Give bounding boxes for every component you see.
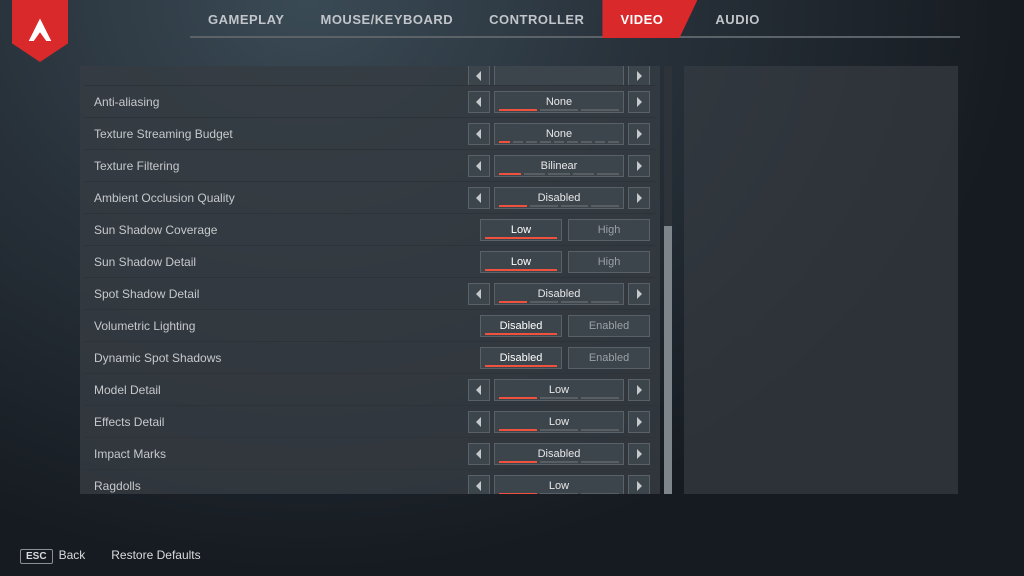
setting-label: Sun Shadow Detail <box>94 255 196 269</box>
setting-control: Disabled <box>468 443 650 465</box>
setting-label: Impact Marks <box>94 447 166 461</box>
setting-control: Low <box>468 411 650 433</box>
toggle-option[interactable]: Enabled <box>568 347 650 369</box>
toggle-option[interactable]: Disabled <box>480 347 562 369</box>
setting-row: Ambient Occlusion Quality Disabled <box>84 182 656 214</box>
next-option-button[interactable] <box>628 91 650 113</box>
setting-row: Spot Shadow Detail Disabled <box>84 278 656 310</box>
prev-option-button[interactable] <box>468 66 490 86</box>
setting-row: Impact Marks Disabled <box>84 438 656 470</box>
option-value: None <box>494 123 624 145</box>
setting-control: Low High <box>480 219 650 241</box>
tab-audio[interactable]: AUDIO <box>697 0 777 38</box>
setting-row: Texture Streaming Budget None <box>84 118 656 150</box>
prev-option-button[interactable] <box>468 443 490 465</box>
header: GAMEPLAYMOUSE/KEYBOARDCONTROLLERVIDEOAUD… <box>0 0 1024 38</box>
next-option-button[interactable] <box>628 123 650 145</box>
restore-defaults-button[interactable]: Restore Defaults <box>111 548 200 562</box>
info-panel <box>684 66 958 494</box>
next-option-button[interactable] <box>628 187 650 209</box>
option-value: Disabled <box>494 443 624 465</box>
settings-panel: Anti-aliasingNoneTexture Streaming Budge… <box>80 66 660 494</box>
option-value: Bilinear <box>494 155 624 177</box>
setting-row <box>84 66 656 86</box>
tab-controller[interactable]: CONTROLLER <box>471 0 602 38</box>
footer: ESCBack Restore Defaults <box>20 548 201 562</box>
setting-label: Model Detail <box>94 383 161 397</box>
toggle-option[interactable]: Low <box>480 251 562 273</box>
tab-video[interactable]: VIDEO <box>602 0 697 38</box>
next-option-button[interactable] <box>628 475 650 495</box>
tab-mouse-keyboard[interactable]: MOUSE/KEYBOARD <box>302 0 471 38</box>
scrollbar-thumb[interactable] <box>664 226 672 494</box>
setting-row: Effects Detail Low <box>84 406 656 438</box>
settings-scrollbar[interactable] <box>664 66 672 494</box>
setting-row: Anti-aliasing None <box>84 86 656 118</box>
setting-row: Texture Filtering Bilinear <box>84 150 656 182</box>
setting-label: Effects Detail <box>94 415 164 429</box>
setting-control: Disabled Enabled <box>480 315 650 337</box>
tab-gameplay[interactable]: GAMEPLAY <box>190 0 302 38</box>
setting-label: Volumetric Lighting <box>94 319 195 333</box>
prev-option-button[interactable] <box>468 379 490 401</box>
game-logo <box>12 0 68 62</box>
next-option-button[interactable] <box>628 411 650 433</box>
setting-label: Texture Filtering <box>94 159 179 173</box>
setting-row: Ragdolls Low <box>84 470 656 494</box>
toggle-option[interactable]: Low <box>480 219 562 241</box>
setting-label: Spot Shadow Detail <box>94 287 199 301</box>
toggle-option[interactable]: Enabled <box>568 315 650 337</box>
option-value: None <box>494 91 624 113</box>
prev-option-button[interactable] <box>468 475 490 495</box>
setting-row: Volumetric Lighting Disabled Enabled <box>84 310 656 342</box>
setting-row: Model Detail Low <box>84 374 656 406</box>
setting-control: None <box>468 123 650 145</box>
prev-option-button[interactable] <box>468 187 490 209</box>
setting-label: Ambient Occlusion Quality <box>94 191 235 205</box>
setting-control <box>468 66 650 86</box>
option-value: Low <box>494 475 624 495</box>
toggle-option[interactable]: Disabled <box>480 315 562 337</box>
back-button[interactable]: ESCBack <box>20 548 85 562</box>
setting-row: Sun Shadow Detail Low High <box>84 246 656 278</box>
next-option-button[interactable] <box>628 443 650 465</box>
setting-label: Sun Shadow Coverage <box>94 223 217 237</box>
setting-label: Ragdolls <box>94 479 141 493</box>
setting-control: Low High <box>480 251 650 273</box>
option-value: Low <box>494 379 624 401</box>
setting-control: Low <box>468 475 650 495</box>
prev-option-button[interactable] <box>468 91 490 113</box>
setting-control: Disabled <box>468 187 650 209</box>
option-value: Low <box>494 411 624 433</box>
setting-row: Sun Shadow Coverage Low High <box>84 214 656 246</box>
setting-control: Disabled <box>468 283 650 305</box>
toggle-option[interactable]: High <box>568 219 650 241</box>
prev-option-button[interactable] <box>468 283 490 305</box>
option-value: Disabled <box>494 187 624 209</box>
setting-label: Anti-aliasing <box>94 95 159 109</box>
setting-control: Disabled Enabled <box>480 347 650 369</box>
setting-control: None <box>468 91 650 113</box>
setting-control: Low <box>468 379 650 401</box>
setting-row: Dynamic Spot Shadows Disabled Enabled <box>84 342 656 374</box>
next-option-button[interactable] <box>628 66 650 86</box>
next-option-button[interactable] <box>628 283 650 305</box>
option-value <box>494 66 624 86</box>
setting-control: Bilinear <box>468 155 650 177</box>
next-option-button[interactable] <box>628 379 650 401</box>
toggle-option[interactable]: High <box>568 251 650 273</box>
option-value: Disabled <box>494 283 624 305</box>
prev-option-button[interactable] <box>468 155 490 177</box>
next-option-button[interactable] <box>628 155 650 177</box>
setting-label: Texture Streaming Budget <box>94 127 233 141</box>
prev-option-button[interactable] <box>468 411 490 433</box>
setting-label: Dynamic Spot Shadows <box>94 351 221 365</box>
esc-keycap: ESC <box>20 549 53 564</box>
prev-option-button[interactable] <box>468 123 490 145</box>
